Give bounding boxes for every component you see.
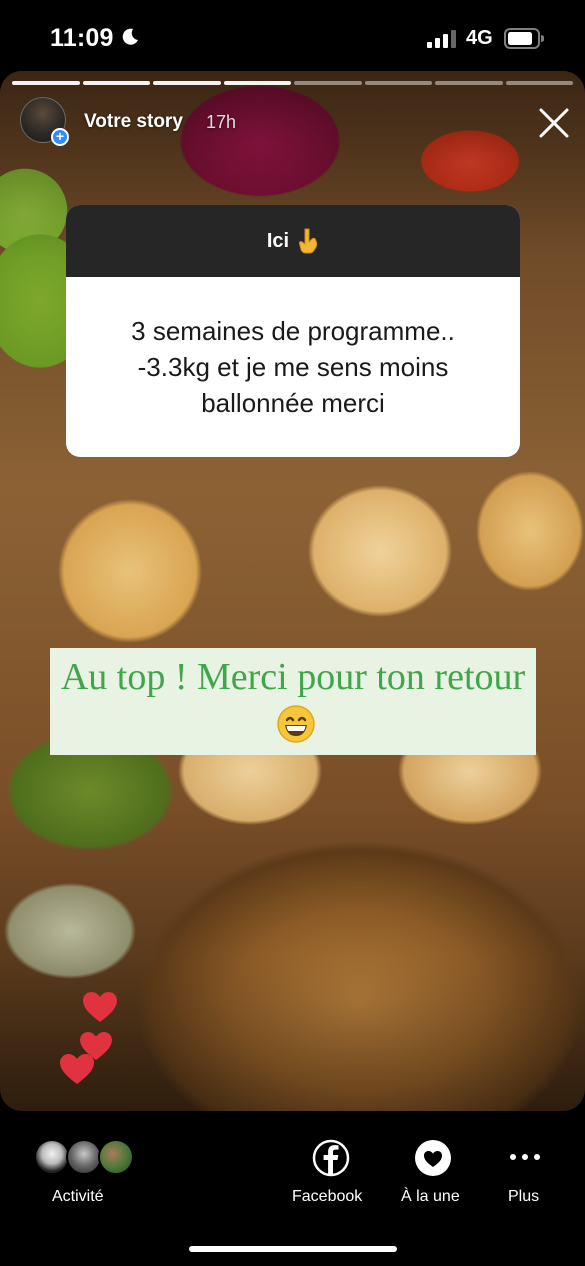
- story-progress-segment: [364, 81, 432, 85]
- story-progress-bar: [12, 81, 573, 85]
- story-progress-segment: [223, 81, 291, 85]
- activity-button[interactable]: [34, 1139, 136, 1175]
- story-timestamp: 17h: [206, 112, 237, 132]
- add-story-icon[interactable]: +: [51, 128, 69, 146]
- grinning-face-icon: [277, 704, 315, 743]
- heart-icon: [60, 1054, 94, 1084]
- story-progress-segment: [294, 81, 362, 85]
- moon-icon: [122, 28, 138, 45]
- reply-text-wrap: Au top ! Merci pour ton retour: [50, 653, 536, 751]
- highlight-heart-icon[interactable]: [414, 1139, 452, 1177]
- story-progress-segment: [435, 81, 503, 85]
- story-progress-segment: [153, 81, 221, 85]
- story-viewer[interactable]: + Votre story 17h Ici 3 semaines de prog…: [0, 71, 585, 1111]
- activity-label[interactable]: Activité: [52, 1188, 104, 1206]
- avatar: [34, 1139, 70, 1175]
- question-sticker[interactable]: Ici 3 semaines de programme.. -3.3kg et …: [66, 205, 520, 457]
- home-indicator[interactable]: [189, 1246, 397, 1252]
- close-icon[interactable]: [538, 107, 570, 139]
- story-progress-segment: [12, 81, 80, 85]
- facebook-icon[interactable]: [312, 1139, 350, 1177]
- more-icon[interactable]: [509, 1151, 541, 1163]
- story-progress-segment: [505, 81, 573, 85]
- signal-icon: [427, 30, 459, 48]
- story-username[interactable]: Votre story: [84, 111, 183, 133]
- reply-text-box[interactable]: Au top ! Merci pour ton retour: [50, 648, 536, 755]
- question-answer-area: 3 semaines de programme.. -3.3kg et je m…: [66, 277, 520, 457]
- more-label[interactable]: Plus: [508, 1188, 539, 1206]
- question-title: Ici: [266, 229, 290, 252]
- story-bottom-bar: Activité Facebook À la une Plus: [0, 1111, 585, 1266]
- status-bar: 11:09 4G: [0, 0, 585, 72]
- avatar: [98, 1139, 134, 1175]
- reply-text: Au top ! Merci pour ton retour: [60, 655, 526, 698]
- question-answer: 3 semaines de programme.. -3.3kg et je m…: [131, 316, 455, 418]
- facebook-label[interactable]: Facebook: [292, 1188, 362, 1206]
- heart-icon: [83, 992, 117, 1022]
- question-sticker-header: Ici: [66, 205, 520, 277]
- network-type: 4G: [466, 27, 493, 49]
- pointing-down-icon: [299, 228, 318, 254]
- story-progress-segment: [82, 81, 150, 85]
- battery-icon: [504, 28, 544, 49]
- status-time: 11:09: [50, 24, 114, 52]
- avatar: [66, 1139, 102, 1175]
- highlight-label[interactable]: À la une: [401, 1188, 460, 1206]
